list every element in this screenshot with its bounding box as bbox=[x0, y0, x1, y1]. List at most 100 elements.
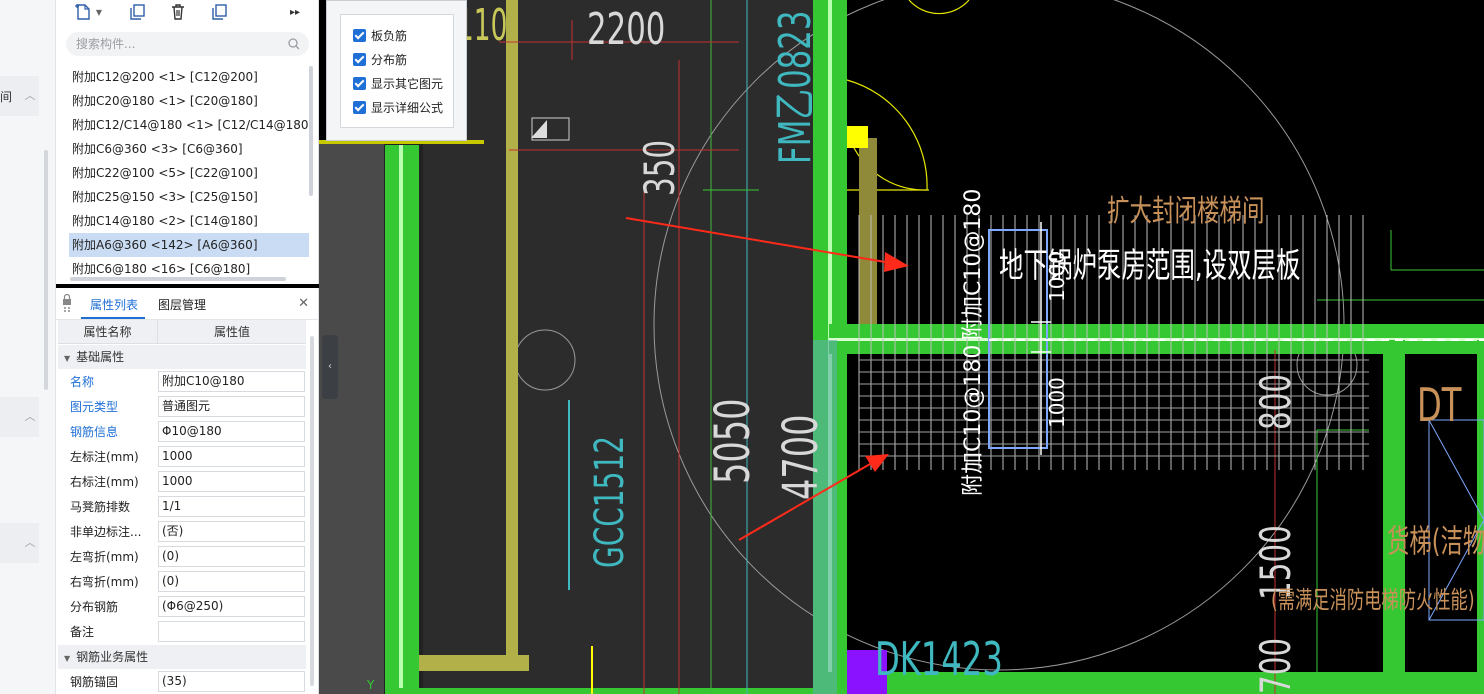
panel-collapse-handle[interactable]: ‹ bbox=[322, 335, 338, 399]
left-nav-strip: 间 ︿ ︿ ︿ bbox=[0, 0, 56, 694]
chevron-up-icon[interactable]: ︿ bbox=[22, 534, 38, 550]
new-component-button[interactable]: ▼ bbox=[66, 0, 110, 24]
checkbox-checked[interactable] bbox=[353, 100, 366, 114]
layer-copy-button[interactable] bbox=[204, 0, 234, 24]
section-rebar-business[interactable]: ▼ 钢筋业务属性 bbox=[58, 645, 306, 669]
property-name: 非单边标注... bbox=[70, 525, 142, 539]
copy-component-button[interactable] bbox=[122, 0, 152, 24]
property-value-input[interactable]: (Φ6@250) bbox=[158, 596, 305, 617]
yellow-block bbox=[846, 126, 868, 148]
property-table: 属性名称 属性值 ▼ 基础属性 名称 附加C10@180 图元类型 普通图元 钢筋信息… bbox=[58, 320, 306, 694]
component-list: 附加C12@200 <1> [C12@200] 附加C20@180 <1> [C… bbox=[69, 65, 309, 275]
section-basic[interactable]: ▼ 基础属性 bbox=[58, 345, 306, 369]
display-options-popup: 板负筋 分布筋 显示其它图元 显示详细公式 bbox=[326, 0, 467, 141]
nav-group-2[interactable]: ︿ bbox=[0, 397, 39, 437]
property-row: 备注 bbox=[58, 619, 306, 644]
component-list-vscrollbar[interactable] bbox=[309, 66, 313, 196]
more-tools-button[interactable]: ▸▸ bbox=[284, 0, 306, 24]
component-list-hscrollbar[interactable] bbox=[70, 277, 286, 281]
trash-icon bbox=[172, 4, 184, 20]
search-input[interactable] bbox=[76, 36, 276, 52]
chevron-left-icon: ‹ bbox=[328, 361, 332, 372]
option-row[interactable]: 分布筋 bbox=[341, 47, 453, 71]
component-item[interactable]: 附加C14@180 <2> [C14@180] bbox=[69, 209, 309, 233]
nav-group-3[interactable]: ︿ bbox=[0, 523, 39, 563]
section-title: 基础属性 bbox=[76, 350, 125, 364]
checkbox-checked[interactable] bbox=[353, 76, 366, 90]
property-name: 右弯折(mm) bbox=[70, 575, 139, 589]
property-row: 马凳筋排数 1/1 bbox=[58, 494, 306, 519]
property-value-input[interactable] bbox=[158, 621, 305, 642]
chevron-up-icon[interactable]: ︿ bbox=[22, 87, 38, 103]
close-icon[interactable]: ✕ bbox=[298, 296, 309, 311]
canvas-grey-zone bbox=[319, 140, 384, 694]
door-label: FM乙0823 bbox=[770, 10, 821, 164]
property-value-input[interactable]: 1/1 bbox=[158, 496, 305, 517]
property-value-input[interactable]: 附加C10@180 bbox=[158, 371, 305, 392]
property-value-input[interactable]: (0) bbox=[158, 571, 305, 592]
olive-wall bbox=[419, 655, 529, 671]
component-item[interactable]: 附加C20@180 <1> [C20@180] bbox=[69, 89, 309, 113]
olive-wall bbox=[859, 138, 877, 324]
nav-group-1[interactable]: 间 ︿ bbox=[0, 76, 39, 116]
component-panel: ▼ ▸▸ 附加C12@200 <1> [C12@200] 附加C20@180 <… bbox=[56, 0, 319, 284]
canvas-dark-zone bbox=[423, 0, 815, 694]
property-value-input[interactable]: 1000 bbox=[158, 471, 305, 492]
cad-canvas[interactable]: 2200 110 350 FM乙0823 5050 4700 GCC1512 扩… bbox=[319, 0, 1484, 694]
property-value-input[interactable]: 1000 bbox=[158, 446, 305, 467]
property-name: 备注 bbox=[70, 625, 95, 639]
option-row[interactable]: 显示其它图元 bbox=[341, 71, 453, 95]
column-header-value: 属性值 bbox=[213, 325, 250, 339]
component-item[interactable]: 附加C6@180 <16> [C6@180] bbox=[69, 257, 309, 275]
component-item[interactable]: 附加C25@150 <3> [C25@150] bbox=[69, 185, 309, 209]
checkbox-checked[interactable] bbox=[353, 28, 366, 42]
property-value-input[interactable]: (否) bbox=[158, 521, 305, 542]
pin-lock-icon[interactable] bbox=[62, 294, 72, 314]
property-panel: 属性列表 图层管理 ✕ 属性名称 属性值 ▼ 基础属性 名称 附加C10@180 图… bbox=[56, 288, 319, 694]
checkbox-checked[interactable] bbox=[353, 52, 366, 66]
option-row[interactable]: 显示详细公式 bbox=[341, 95, 453, 119]
door-swing-arc bbox=[908, 0, 970, 15]
left-strip-scrollbar[interactable] bbox=[44, 150, 48, 390]
property-value-input[interactable]: (35) bbox=[158, 671, 305, 692]
property-row: 钢筋锚固 (35) bbox=[58, 669, 306, 694]
option-row[interactable]: 板负筋 bbox=[341, 23, 453, 47]
property-name: 分布钢筋 bbox=[70, 600, 119, 614]
tab-layer-management[interactable]: 图层管理 bbox=[158, 296, 206, 313]
collapse-triangle-icon[interactable]: ▼ bbox=[64, 654, 70, 663]
axis-label: Y bbox=[367, 678, 375, 692]
property-name: 左弯折(mm) bbox=[70, 550, 139, 564]
dim-text: 4700 bbox=[773, 414, 829, 500]
property-panel-scrollbar[interactable] bbox=[310, 336, 314, 686]
property-value-input[interactable]: 普通图元 bbox=[158, 396, 305, 417]
display-options-list: 板负筋 分布筋 显示其它图元 显示详细公式 bbox=[340, 14, 454, 128]
component-item[interactable]: 附加C12@200 <1> [C12@200] bbox=[69, 65, 309, 89]
tab-property-list[interactable]: 属性列表 bbox=[90, 296, 138, 313]
copy-icon bbox=[130, 4, 145, 20]
component-item[interactable]: 附加C6@360 <3> [C6@360] bbox=[69, 137, 309, 161]
dropdown-caret-icon[interactable]: ▼ bbox=[96, 8, 102, 17]
delete-component-button[interactable] bbox=[163, 0, 193, 24]
property-value-input[interactable]: Φ10@180 bbox=[158, 421, 305, 442]
elevator-label: 货梯(洁物 bbox=[1387, 522, 1484, 560]
chevron-up-icon[interactable]: ︿ bbox=[22, 408, 38, 424]
component-search[interactable] bbox=[66, 32, 309, 56]
property-row: 图元类型 普通图元 bbox=[58, 394, 306, 419]
property-table-header: 属性名称 属性值 bbox=[58, 320, 306, 344]
annotation-arrowhead bbox=[884, 252, 909, 272]
double-chevron-right-icon: ▸▸ bbox=[289, 6, 301, 18]
rebar-dim: 1000 bbox=[1045, 251, 1069, 302]
olive-wall bbox=[506, 0, 518, 670]
property-row: 右标注(mm) 1000 bbox=[58, 469, 306, 494]
dim-text: 800 bbox=[1251, 373, 1300, 430]
active-tab-indicator bbox=[81, 317, 145, 319]
collapse-triangle-icon[interactable]: ▼ bbox=[64, 354, 70, 363]
property-value-input[interactable]: (0) bbox=[158, 546, 305, 567]
search-icon[interactable] bbox=[287, 37, 301, 51]
property-row: 名称 附加C10@180 bbox=[58, 369, 306, 394]
property-name: 钢筋信息 bbox=[70, 425, 119, 439]
component-item-selected[interactable]: 附加A6@360 <142> [A6@360] bbox=[69, 233, 309, 257]
component-item[interactable]: 附加C22@100 <5> [C22@100] bbox=[69, 161, 309, 185]
rebar-label: 附加C10@180 bbox=[961, 188, 986, 340]
component-item[interactable]: 附加C12/C14@180 <1> [C12/C14@180] bbox=[69, 113, 309, 137]
